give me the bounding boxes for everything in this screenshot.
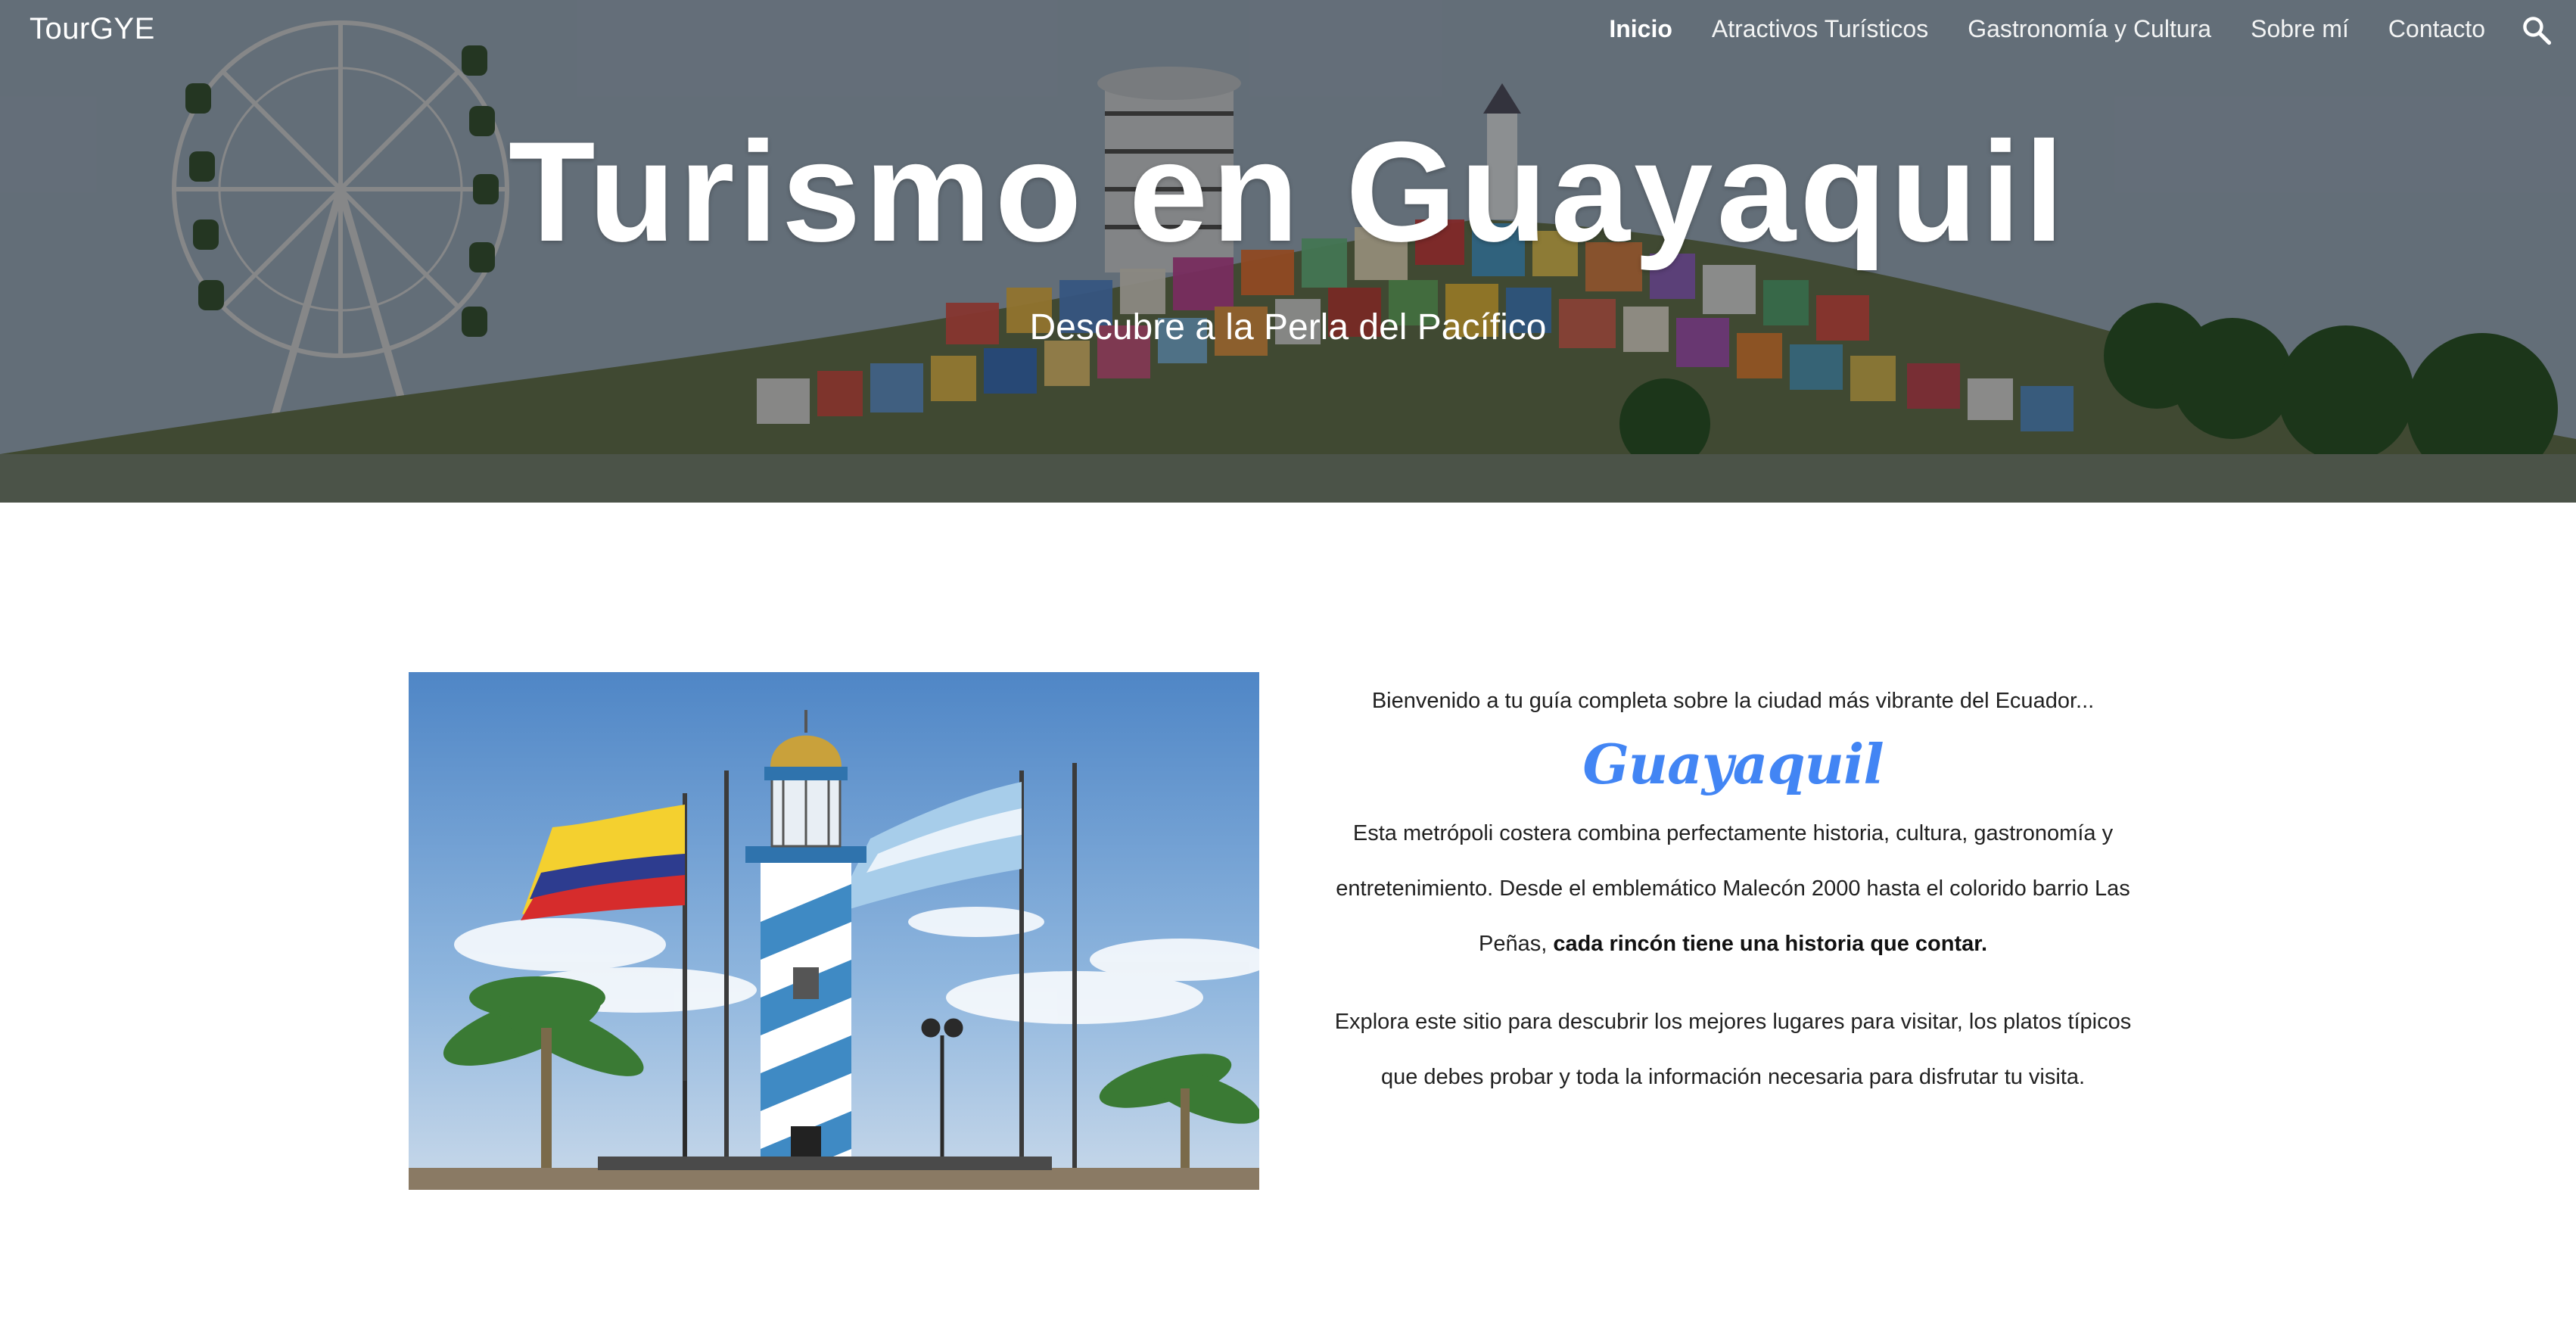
nav-links: Inicio Atractivos Turísticos Gastronomía… (1609, 15, 2485, 43)
search-button[interactable] (2520, 14, 2553, 47)
hero-subtitle: Descubre a la Perla del Pacífico (1029, 307, 1547, 347)
welcome-text: Bienvenido a tu guía completa sobre la c… (1317, 672, 2149, 1105)
nav-link-sobre-mi[interactable]: Sobre mí (2251, 15, 2349, 43)
explore-paragraph: Explora este sitio para descubrir los me… (1334, 1009, 2132, 1089)
site-brand[interactable]: TourGYE (30, 12, 155, 46)
lighthouse-photo (409, 672, 1259, 1190)
nav-link-atractivos[interactable]: Atractivos Turísticos (1712, 15, 1928, 43)
nav-link-contacto[interactable]: Contacto (2388, 15, 2485, 43)
hero-title: Turismo en Guayaquil (508, 112, 2068, 271)
description-paragraph: Esta metrópoli costera combina perfectam… (1317, 806, 2149, 972)
search-icon (2523, 17, 2552, 45)
top-navbar: TourGYE Inicio Atractivos Turísticos Gas… (0, 0, 2576, 61)
nav-link-inicio[interactable]: Inicio (1609, 15, 1672, 43)
hero-banner: TourGYE Inicio Atractivos Turísticos Gas… (0, 0, 2576, 503)
intro-text: Bienvenido a tu guía completa sobre la c… (1371, 689, 2095, 713)
city-name-heading: Guayaquil (1582, 731, 1884, 796)
nav-link-gastronomia[interactable]: Gastronomía y Cultura (1968, 15, 2211, 43)
description-highlight: cada rincón tiene una historia que conta… (1553, 931, 1988, 956)
